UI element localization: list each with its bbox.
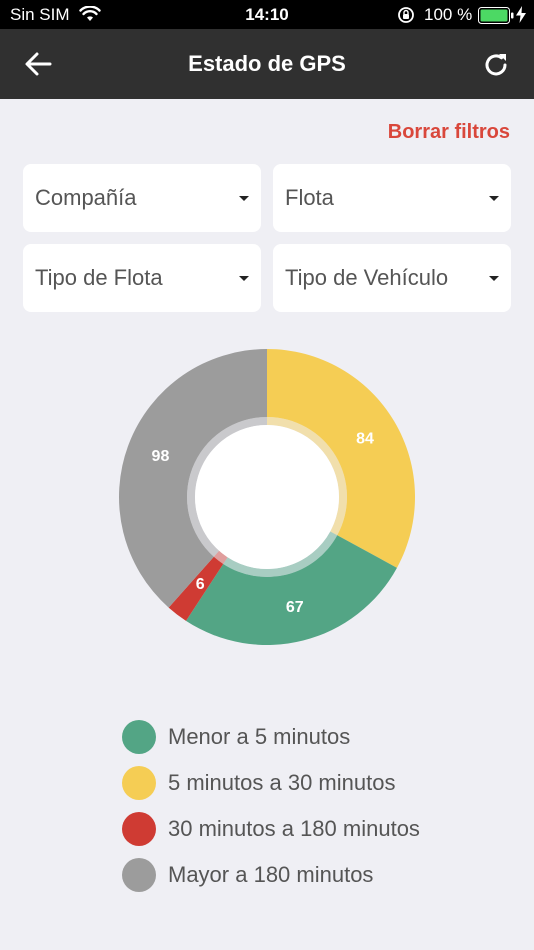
slice-value-label: 6: [196, 576, 205, 593]
slice-value-label: 98: [152, 448, 170, 465]
slice-value-label: 67: [286, 599, 304, 616]
legend-label: 30 minutos a 180 minutos: [168, 816, 420, 841]
caret-down-icon: [489, 195, 499, 201]
battery-icon: [478, 7, 514, 24]
caret-down-icon: [489, 275, 499, 281]
clear-filters-link[interactable]: Borrar filtros: [388, 121, 510, 144]
legend-swatch: [122, 812, 156, 846]
refresh-icon[interactable]: [482, 51, 510, 79]
gps-status-chart: 84 67 6 98: [117, 347, 417, 647]
legend-item: Menor a 5 minutos: [122, 714, 420, 760]
nav-bar: Estado de GPS: [0, 29, 534, 99]
donut-chart: 84 67 6 98: [118, 349, 415, 645]
battery-percentage: 100 %: [424, 5, 473, 24]
chart-legend: Menor a 5 minutos 5 minutos a 30 minutos…: [122, 714, 420, 898]
fleet-dropdown-label: Flota: [285, 185, 334, 210]
company-dropdown[interactable]: Compañía: [23, 164, 261, 232]
fleet-type-dropdown-label: Tipo de Flota: [35, 265, 163, 290]
legend-label: Menor a 5 minutos: [168, 724, 351, 749]
page-title: Estado de GPS: [188, 51, 346, 76]
fleet-type-dropdown[interactable]: Tipo de Flota: [23, 244, 261, 312]
legend-label: 5 minutos a 30 minutos: [168, 770, 396, 795]
legend-label: Mayor a 180 minutos: [168, 862, 374, 887]
fleet-dropdown[interactable]: Flota: [273, 164, 511, 232]
legend-item: 5 minutos a 30 minutos: [122, 760, 420, 806]
slice-value-label: 84: [356, 430, 374, 447]
legend-swatch: [122, 766, 156, 800]
legend-item: 30 minutos a 180 minutos: [122, 806, 420, 852]
vehicle-type-dropdown-label: Tipo de Vehículo: [285, 265, 449, 290]
rotation-lock-icon: [398, 7, 414, 23]
company-dropdown-label: Compañía: [35, 185, 137, 210]
legend-swatch: [122, 720, 156, 754]
caret-down-icon: [239, 275, 249, 281]
legend-item: Mayor a 180 minutos: [122, 852, 420, 898]
vehicle-type-dropdown[interactable]: Tipo de Vehículo: [273, 244, 511, 312]
donut-hole: [195, 425, 339, 569]
legend-swatch: [122, 858, 156, 892]
status-bar: Sin SIM 14:10 100 %: [0, 0, 534, 29]
caret-down-icon: [239, 195, 249, 201]
charging-icon: [516, 6, 526, 23]
